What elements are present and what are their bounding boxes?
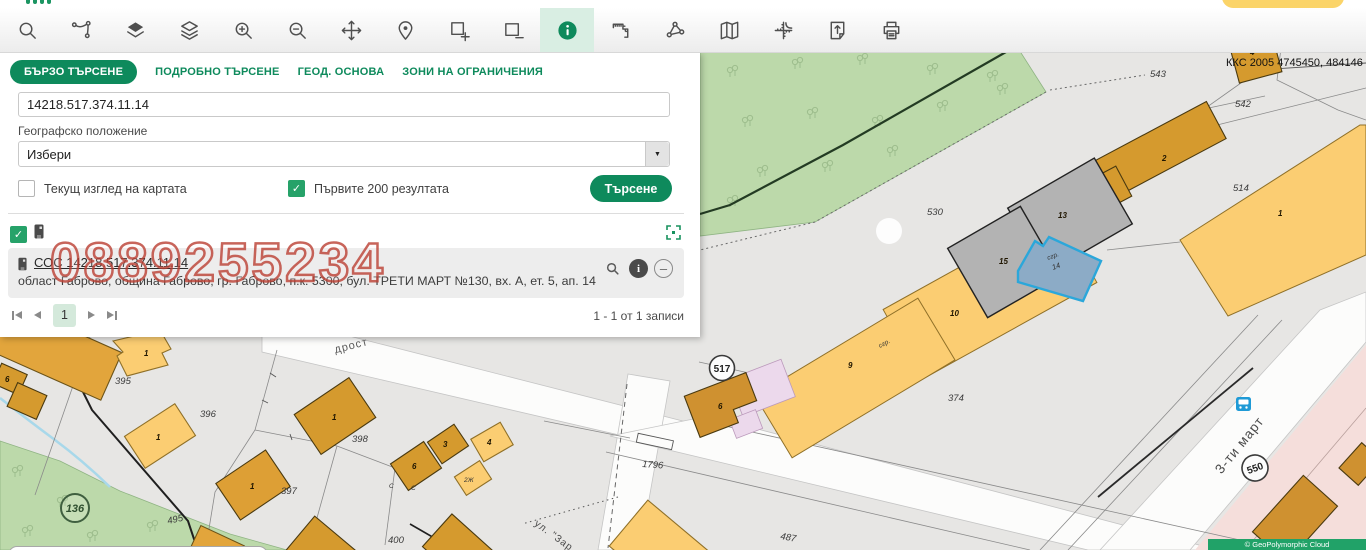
- previous-page-button[interactable]: [34, 311, 41, 319]
- geo-position-label: Географско положение: [18, 124, 147, 138]
- svg-text:398: 398: [352, 434, 369, 445]
- pagination: 1: [12, 303, 117, 327]
- current-view-checkbox[interactable]: [18, 180, 35, 197]
- locate-pin-icon[interactable]: [378, 8, 432, 52]
- search-tool-icon[interactable]: [0, 8, 54, 52]
- svg-text:1796: 1796: [642, 459, 665, 471]
- coordinates-axes-icon[interactable]: [756, 8, 810, 52]
- search-panel: БЪРЗО ТЪРСЕНЕ ПОДРОБНО ТЪРСЕНЕ ГЕОД. ОСН…: [0, 52, 700, 337]
- svg-text:1: 1: [332, 413, 337, 422]
- svg-text:374: 374: [948, 393, 964, 404]
- svg-text:10: 10: [950, 309, 959, 318]
- svg-text:1: 1: [156, 433, 161, 442]
- svg-text:514: 514: [1233, 183, 1249, 194]
- zoom-in-icon[interactable]: [216, 8, 270, 52]
- svg-text:543: 543: [1150, 69, 1167, 80]
- map-attribution: © GeoPolymorphic Cloud: [1208, 539, 1366, 550]
- current-view-option: Текущ изглед на картата: [18, 180, 187, 197]
- svg-text:542: 542: [1235, 99, 1252, 110]
- chevron-down-icon[interactable]: ▼: [645, 142, 669, 166]
- select-rect-add-icon[interactable]: [432, 8, 486, 52]
- current-view-label: Текущ изглед на картата: [44, 182, 187, 196]
- svg-text:9: 9: [848, 361, 853, 370]
- tab-geodetic-basis[interactable]: ГЕОД. ОСНОВА: [298, 66, 385, 78]
- svg-text:2: 2: [1161, 154, 1167, 163]
- current-page[interactable]: 1: [53, 304, 76, 327]
- app-window: 517 550 136 3-ти март дрост ул. "Зар 543…: [0, 0, 1366, 550]
- tab-restriction-zones[interactable]: ЗОНИ НА ОГРАНИЧЕНИЯ: [402, 66, 543, 78]
- tab-quick-search[interactable]: БЪРЗО ТЪРСЕНЕ: [10, 60, 137, 84]
- map-toolbar: [0, 8, 1366, 53]
- next-page-button[interactable]: [88, 311, 95, 319]
- zoom-to-result-icon[interactable]: [603, 259, 622, 278]
- svg-text:530: 530: [927, 207, 944, 218]
- result-remove-icon[interactable]: –: [654, 259, 673, 278]
- svg-text:15: 15: [999, 257, 1008, 266]
- svg-text:С: С: [411, 485, 416, 492]
- search-input[interactable]: [18, 92, 670, 117]
- identify-info-icon[interactable]: [540, 8, 594, 52]
- building-type-icon: [34, 224, 44, 244]
- panel-divider: [8, 213, 684, 214]
- map-sheets-icon[interactable]: [702, 8, 756, 52]
- svg-text:395: 395: [115, 376, 132, 387]
- export-page-icon[interactable]: [810, 8, 864, 52]
- coordinate-readout: ККС 2005 4745450, 484146: [1226, 57, 1363, 69]
- svg-text:6: 6: [412, 462, 417, 471]
- geo-select-value: Избери: [27, 147, 71, 162]
- svg-text:2Ж: 2Ж: [463, 477, 475, 484]
- first-page-button[interactable]: [12, 311, 22, 320]
- first200-label: Първите 200 резултата: [314, 182, 449, 196]
- map-overview-box: [8, 546, 268, 550]
- svg-text:1: 1: [250, 482, 255, 491]
- roundabout: [876, 218, 902, 244]
- result-title-link[interactable]: СОС 14218.517.374.11.14: [34, 255, 188, 270]
- svg-text:136: 136: [66, 503, 85, 515]
- geo-select[interactable]: Избери ▼: [18, 141, 670, 167]
- svg-text:С: С: [389, 483, 394, 490]
- header-action-button[interactable]: [1222, 0, 1344, 8]
- route-measure-icon[interactable]: [54, 8, 108, 52]
- browser-edge-strip: [0, 0, 1366, 8]
- logo-dot: [33, 0, 37, 4]
- svg-text:400: 400: [388, 535, 405, 546]
- last-page-button[interactable]: [107, 311, 117, 320]
- results-header: ✓: [10, 224, 44, 244]
- svg-text:397: 397: [281, 486, 298, 497]
- search-button[interactable]: Търсене: [590, 175, 672, 202]
- svg-text:6: 6: [718, 402, 723, 411]
- select-all-checkbox[interactable]: ✓: [10, 226, 27, 243]
- layers-filled-icon[interactable]: [108, 8, 162, 52]
- svg-text:1: 1: [144, 349, 149, 358]
- svg-text:1: 1: [1278, 209, 1283, 218]
- svg-text:396: 396: [200, 409, 217, 420]
- svg-text:4: 4: [486, 438, 492, 447]
- bus-stop-icon: [1236, 397, 1251, 411]
- pan-icon[interactable]: [324, 8, 378, 52]
- svg-text:3: 3: [443, 440, 448, 449]
- layers-stack-icon[interactable]: [162, 8, 216, 52]
- tab-detailed-search[interactable]: ПОДРОБНО ТЪРСЕНЕ: [155, 66, 279, 78]
- measure-distance-icon[interactable]: [594, 8, 648, 52]
- result-info-icon[interactable]: i: [629, 259, 648, 278]
- zoom-to-results-icon[interactable]: [666, 225, 681, 245]
- pagination-summary: 1 - 1 от 1 записи: [593, 309, 684, 323]
- search-tabs: БЪРЗО ТЪРСЕНЕ ПОДРОБНО ТЪРСЕНЕ ГЕОД. ОСН…: [0, 52, 700, 86]
- svg-text:13: 13: [1058, 211, 1067, 220]
- logo-dot: [40, 0, 44, 4]
- logo-dot: [47, 0, 51, 4]
- first200-checkbox[interactable]: ✓: [288, 180, 305, 197]
- result-address: област Габрово, община Габрово, гр. Габр…: [18, 274, 596, 288]
- measure-area-icon[interactable]: [648, 8, 702, 52]
- svg-text:517: 517: [714, 364, 731, 375]
- select-rect-remove-icon[interactable]: [486, 8, 540, 52]
- result-card[interactable]: СОС 14218.517.374.11.14 област Габрово, …: [8, 248, 684, 298]
- road-badge-136: 136: [61, 494, 89, 522]
- zoom-out-icon[interactable]: [270, 8, 324, 52]
- first200-option: ✓ Първите 200 резултата: [288, 180, 449, 197]
- svg-text:6: 6: [5, 375, 10, 384]
- logo-dot: [26, 0, 30, 4]
- road-badge-517: 517: [710, 356, 735, 381]
- print-icon[interactable]: [864, 8, 918, 52]
